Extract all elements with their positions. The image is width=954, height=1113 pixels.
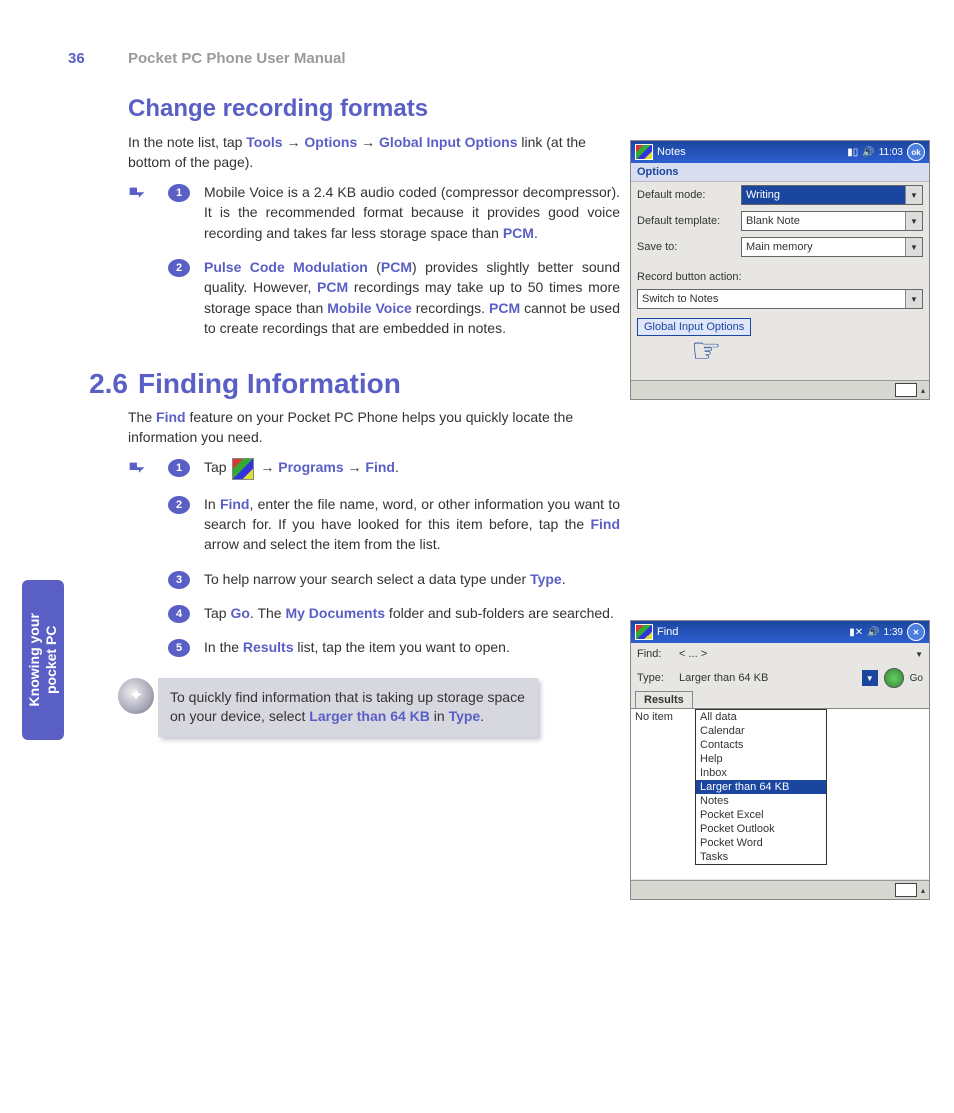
chevron-down-icon[interactable]: ▼ [905, 238, 922, 256]
sip-bar[interactable]: ▴ [631, 880, 929, 899]
chevron-down-icon[interactable]: ▼ [905, 290, 922, 308]
start-icon [232, 458, 254, 480]
signal-icon: ▮✕ [849, 627, 863, 638]
bullet-4-icon: 4 [168, 605, 190, 623]
option-help[interactable]: Help [696, 752, 826, 766]
pointing-hand-icon: ☞ [691, 331, 721, 371]
screenshot-notes-options: Notes ▮▯ 🔊 11:03 ok Options Default mode… [630, 140, 930, 400]
titlebar[interactable]: Notes ▮▯ 🔊 11:03 ok [631, 141, 929, 163]
clock: 1:39 [884, 627, 903, 638]
chevron-down-icon[interactable]: ▼ [905, 186, 922, 204]
procedure-arrow-icon [126, 184, 148, 206]
find-input[interactable]: < ... > [679, 646, 909, 662]
titlebar[interactable]: Find ▮✕ 🔊 1:39 ✕ [631, 621, 929, 643]
label-default-mode: Default mode: [637, 189, 737, 201]
app-title: Find [657, 626, 678, 638]
app-title: Notes [657, 146, 686, 158]
type-dropdown[interactable]: All data Calendar Contacts Help Inbox La… [695, 709, 827, 865]
option-contacts[interactable]: Contacts [696, 738, 826, 752]
label-type: Type: [637, 672, 673, 684]
section1-step-1: 1 Mobile Voice is a 2.4 KB audio coded (… [168, 182, 620, 243]
page-number: 36 [68, 50, 128, 67]
option-tasks[interactable]: Tasks [696, 850, 826, 864]
option-pocket-word[interactable]: Pocket Word [696, 836, 826, 850]
speaker-icon: 🔊 [867, 627, 879, 638]
chevron-down-icon[interactable]: ▼ [862, 670, 878, 686]
options-subtitle: Options [631, 163, 929, 182]
combo-default-template[interactable]: Blank Note▼ [741, 211, 923, 231]
clock: 11:03 [879, 147, 903, 158]
option-pocket-outlook[interactable]: Pocket Outlook [696, 822, 826, 836]
side-tab: Knowing your pocket PC [22, 580, 64, 740]
bullet-3-icon: 3 [168, 571, 190, 589]
section2-step-2: 2 In Find, enter the file name, word, or… [168, 494, 620, 555]
chevron-down-icon[interactable]: ▼ [905, 212, 922, 230]
section2-step-1: 1 Tap → Programs → Find. [168, 457, 620, 479]
tab-results[interactable]: Results [635, 691, 693, 708]
ok-button[interactable]: ok [907, 143, 925, 161]
speaker-icon: 🔊 [862, 147, 874, 158]
section2-step-3: 3 To help narrow your search select a da… [168, 569, 620, 589]
option-larger-than-64kb[interactable]: Larger than 64 KB [696, 780, 826, 794]
bullet-2-icon: 2 [168, 259, 190, 277]
link-options: Options [304, 134, 357, 150]
option-notes[interactable]: Notes [696, 794, 826, 808]
lightbulb-icon: ✦ [118, 678, 154, 714]
section2-step-5: 5 In the Results list, tap the item you … [168, 637, 620, 657]
go-button[interactable] [884, 668, 904, 688]
bullet-1-icon: 1 [168, 184, 190, 202]
screenshot-find: Find ▮✕ 🔊 1:39 ✕ Find: < ... > ▼ Type: L… [630, 620, 930, 900]
page-header: 36 Pocket PC Phone User Manual [0, 0, 954, 67]
label-record-button-action: Record button action: [637, 271, 742, 283]
option-inbox[interactable]: Inbox [696, 766, 826, 780]
section-number: 2.6 [68, 368, 128, 400]
signal-icon: ▮▯ [847, 147, 858, 158]
bullet-5-icon: 5 [168, 639, 190, 657]
section1-intro: In the note list, tap Tools → Options → … [128, 133, 620, 172]
heading-change-recording-formats: Change recording formats [128, 95, 620, 123]
sip-bar[interactable]: ▴ [631, 380, 929, 399]
link-global-input-options: Global Input Options [379, 134, 517, 150]
combo-record-action[interactable]: Switch to Notes▼ [637, 289, 923, 309]
start-icon[interactable] [635, 144, 653, 160]
keyboard-icon[interactable] [895, 883, 917, 897]
procedure-arrow-icon [126, 459, 148, 481]
section2-intro: The Find feature on your Pocket PC Phone… [128, 408, 620, 447]
label-default-template: Default template: [637, 215, 737, 227]
section2-step-4: 4 Tap Go. The My Documents folder and su… [168, 603, 620, 623]
chevron-up-icon[interactable]: ▴ [921, 886, 925, 895]
heading-finding-information: Finding Information [138, 368, 401, 400]
start-icon[interactable] [635, 624, 653, 640]
label-find: Find: [637, 648, 673, 660]
type-value[interactable]: Larger than 64 KB [679, 670, 856, 686]
link-tools: Tools [246, 134, 282, 150]
option-calendar[interactable]: Calendar [696, 724, 826, 738]
tip-box: ✦ To quickly find information that is ta… [118, 678, 538, 737]
section1-step-2: 2 Pulse Code Modulation (PCM) provides s… [168, 257, 620, 338]
combo-save-to[interactable]: Main memory▼ [741, 237, 923, 257]
chevron-up-icon[interactable]: ▴ [921, 386, 925, 395]
option-pocket-excel[interactable]: Pocket Excel [696, 808, 826, 822]
results-list[interactable]: No item All data Calendar Contacts Help … [631, 708, 929, 879]
manual-title: Pocket PC Phone User Manual [128, 50, 346, 67]
close-button[interactable]: ✕ [907, 623, 925, 641]
bullet-2-icon: 2 [168, 496, 190, 514]
chevron-down-icon[interactable]: ▼ [915, 650, 923, 659]
bullet-1-icon: 1 [168, 459, 190, 477]
no-item-text: No item [635, 711, 673, 723]
side-tab-line1: Knowing your [26, 613, 42, 706]
keyboard-icon[interactable] [895, 383, 917, 397]
side-tab-line2: pocket PC [43, 626, 59, 694]
label-save-to: Save to: [637, 241, 737, 253]
option-all-data[interactable]: All data [696, 710, 826, 724]
combo-default-mode[interactable]: Writing▼ [741, 185, 923, 205]
go-label: Go [910, 673, 923, 684]
